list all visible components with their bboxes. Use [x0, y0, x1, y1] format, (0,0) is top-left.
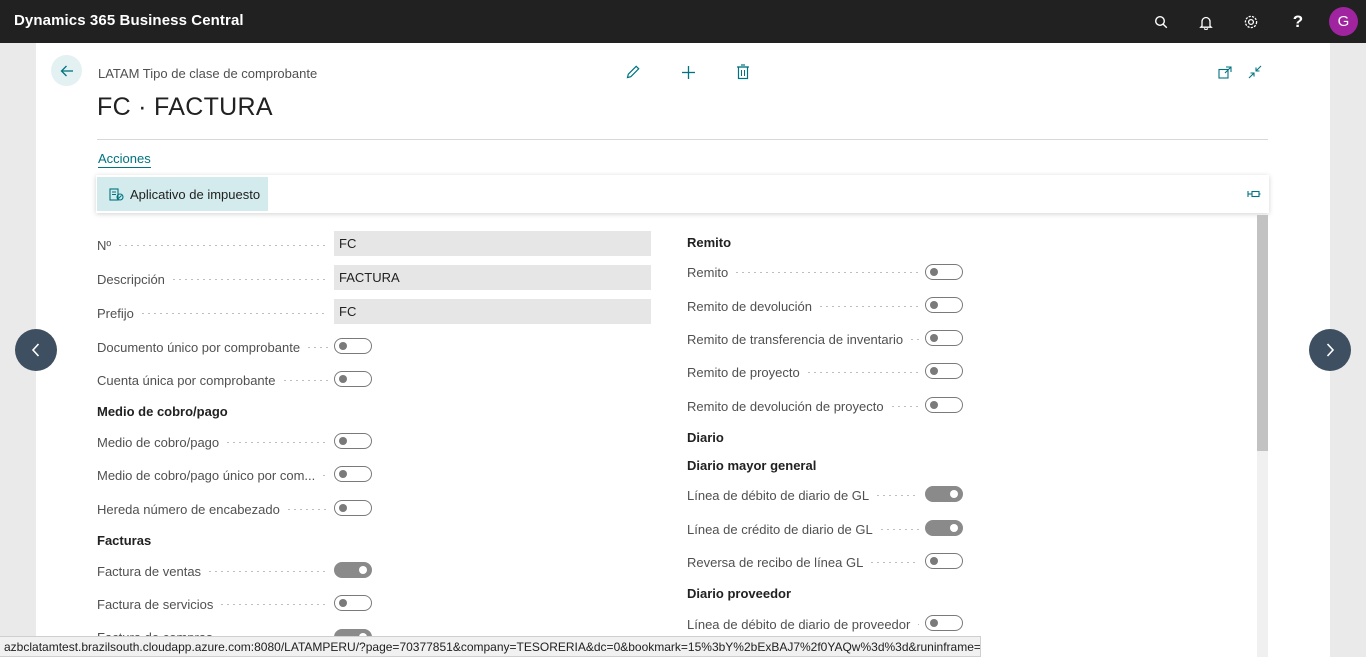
field-gl-debito-label: Línea de débito de diario de GL	[687, 487, 870, 503]
field-fact-servicios-label: Factura de servicios	[97, 596, 214, 612]
next-record-button[interactable]	[1309, 329, 1351, 371]
group-remito[interactable]: Remito	[687, 235, 731, 250]
field-gl-debito: Línea de débito de diario de GL	[687, 484, 925, 506]
field-gl-credito-label: Línea de crédito de diario de GL	[687, 521, 873, 537]
record-card: LATAM Tipo de clase de comprobante FC · …	[36, 43, 1330, 657]
field-medio-label: Medio de cobro/pago	[97, 434, 220, 450]
medio-unico-toggle[interactable]	[334, 466, 372, 482]
status-url: azbclatamtest.brazilsouth.cloudapp.azure…	[0, 636, 981, 657]
add-icon[interactable]	[678, 63, 698, 81]
field-medio-unico: Medio de cobro/pago único por com...	[97, 464, 334, 486]
field-reversa: Reversa de recibo de línea GL	[687, 551, 925, 573]
help-icon[interactable]: ?	[1288, 12, 1308, 32]
descripcion-input[interactable]: FACTURA	[334, 265, 651, 290]
gear-icon[interactable]	[1241, 12, 1261, 32]
field-remito-label: Remito	[687, 264, 729, 280]
field-cuenta-unica: Cuenta única por comprobante	[97, 369, 334, 391]
field-doc-unico: Documento único por comprobante	[97, 336, 334, 358]
field-descripcion-label: Descripción	[97, 271, 165, 287]
doc-unico-toggle[interactable]	[334, 338, 372, 354]
field-remito-dev-label: Remito de devolución	[687, 298, 813, 314]
group-medio-cobro[interactable]: Medio de cobro/pago	[97, 404, 228, 419]
no-input[interactable]: FC	[334, 231, 651, 256]
field-cuenta-unica-label: Cuenta única por comprobante	[97, 372, 276, 388]
field-remito-dev: Remito de devolución	[687, 295, 925, 317]
group-diario[interactable]: Diario	[687, 430, 724, 445]
app-title[interactable]: Dynamics 365 Business Central	[14, 12, 244, 29]
search-icon[interactable]	[1151, 12, 1171, 32]
arrow-left-icon	[60, 65, 73, 76]
field-fact-ventas-label: Factura de ventas	[97, 563, 202, 579]
pin-icon[interactable]	[1247, 187, 1261, 201]
collapse-icon[interactable]	[1245, 63, 1265, 81]
group-diario-proveedor[interactable]: Diario proveedor	[687, 586, 791, 601]
cuenta-unica-toggle[interactable]	[334, 371, 372, 387]
tax-application-label: Aplicativo de impuesto	[130, 186, 261, 202]
field-descripcion: Descripción	[97, 268, 334, 290]
reversa-toggle[interactable]	[925, 553, 963, 569]
field-remito-dev-proy-label: Remito de devolución de proyecto	[687, 398, 884, 414]
field-doc-unico-label: Documento único por comprobante	[97, 339, 301, 355]
field-remito-proy-label: Remito de proyecto	[687, 364, 800, 380]
remito-transf-toggle[interactable]	[925, 330, 963, 346]
field-prefijo-label: Prefijo	[97, 305, 134, 321]
field-medio: Medio de cobro/pago	[97, 431, 334, 453]
field-remito-transf: Remito de transferencia de inventario	[687, 328, 925, 350]
field-fact-servicios: Factura de servicios	[97, 593, 334, 615]
fact-ventas-toggle[interactable]	[334, 562, 372, 578]
chevron-left-icon	[31, 343, 40, 357]
action-bar: Aplicativo de impuesto	[96, 175, 1269, 213]
field-gl-credito: Línea de crédito de diario de GL	[687, 518, 925, 540]
field-hereda: Hereda número de encabezado	[97, 498, 334, 520]
open-new-window-icon[interactable]	[1215, 63, 1235, 81]
remito-proy-toggle[interactable]	[925, 363, 963, 379]
hereda-toggle[interactable]	[334, 500, 372, 516]
edit-icon[interactable]	[623, 63, 643, 81]
field-no-label: Nº	[97, 237, 112, 253]
breadcrumb: LATAM Tipo de clase de comprobante	[98, 66, 318, 81]
group-diario-mayor[interactable]: Diario mayor general	[687, 458, 816, 473]
tab-acciones[interactable]: Acciones	[98, 151, 151, 168]
medio-toggle[interactable]	[334, 433, 372, 449]
remito-toggle[interactable]	[925, 264, 963, 280]
field-medio-unico-label: Medio de cobro/pago único por com...	[97, 467, 316, 483]
field-prov-debito: Línea de débito de diario de proveedor	[687, 613, 925, 635]
field-no: Nº	[97, 234, 334, 256]
gl-debito-toggle[interactable]	[925, 486, 963, 502]
remito-dev-toggle[interactable]	[925, 297, 963, 313]
tax-application-button[interactable]: Aplicativo de impuesto	[97, 177, 268, 211]
chevron-right-icon	[1326, 343, 1335, 357]
remito-dev-proy-toggle[interactable]	[925, 397, 963, 413]
scrollbar-thumb[interactable]	[1257, 215, 1268, 451]
field-prefijo: Prefijo	[97, 302, 334, 324]
back-button[interactable]	[51, 55, 82, 86]
field-hereda-label: Hereda número de encabezado	[97, 501, 280, 517]
field-remito: Remito	[687, 261, 925, 283]
field-prov-debito-label: Línea de débito de diario de proveedor	[687, 616, 911, 632]
delete-icon[interactable]	[733, 63, 753, 81]
previous-record-button[interactable]	[15, 329, 57, 371]
page-title: FC · FACTURA	[97, 93, 273, 121]
fact-servicios-toggle[interactable]	[334, 595, 372, 611]
tax-icon	[109, 187, 124, 201]
title-divider	[97, 139, 1268, 140]
avatar[interactable]: G	[1329, 7, 1358, 36]
group-facturas[interactable]: Facturas	[97, 533, 151, 548]
gl-credito-toggle[interactable]	[925, 520, 963, 536]
prefijo-input[interactable]: FC	[334, 299, 651, 324]
prov-debito-toggle[interactable]	[925, 615, 963, 631]
top-bar: Dynamics 365 Business Central ? G	[0, 0, 1366, 43]
bell-icon[interactable]	[1196, 12, 1216, 32]
field-remito-transf-label: Remito de transferencia de inventario	[687, 331, 904, 347]
field-remito-proy: Remito de proyecto	[687, 361, 925, 383]
field-fact-ventas: Factura de ventas	[97, 560, 334, 582]
field-reversa-label: Reversa de recibo de línea GL	[687, 554, 864, 570]
field-remito-dev-proy: Remito de devolución de proyecto	[687, 395, 925, 417]
